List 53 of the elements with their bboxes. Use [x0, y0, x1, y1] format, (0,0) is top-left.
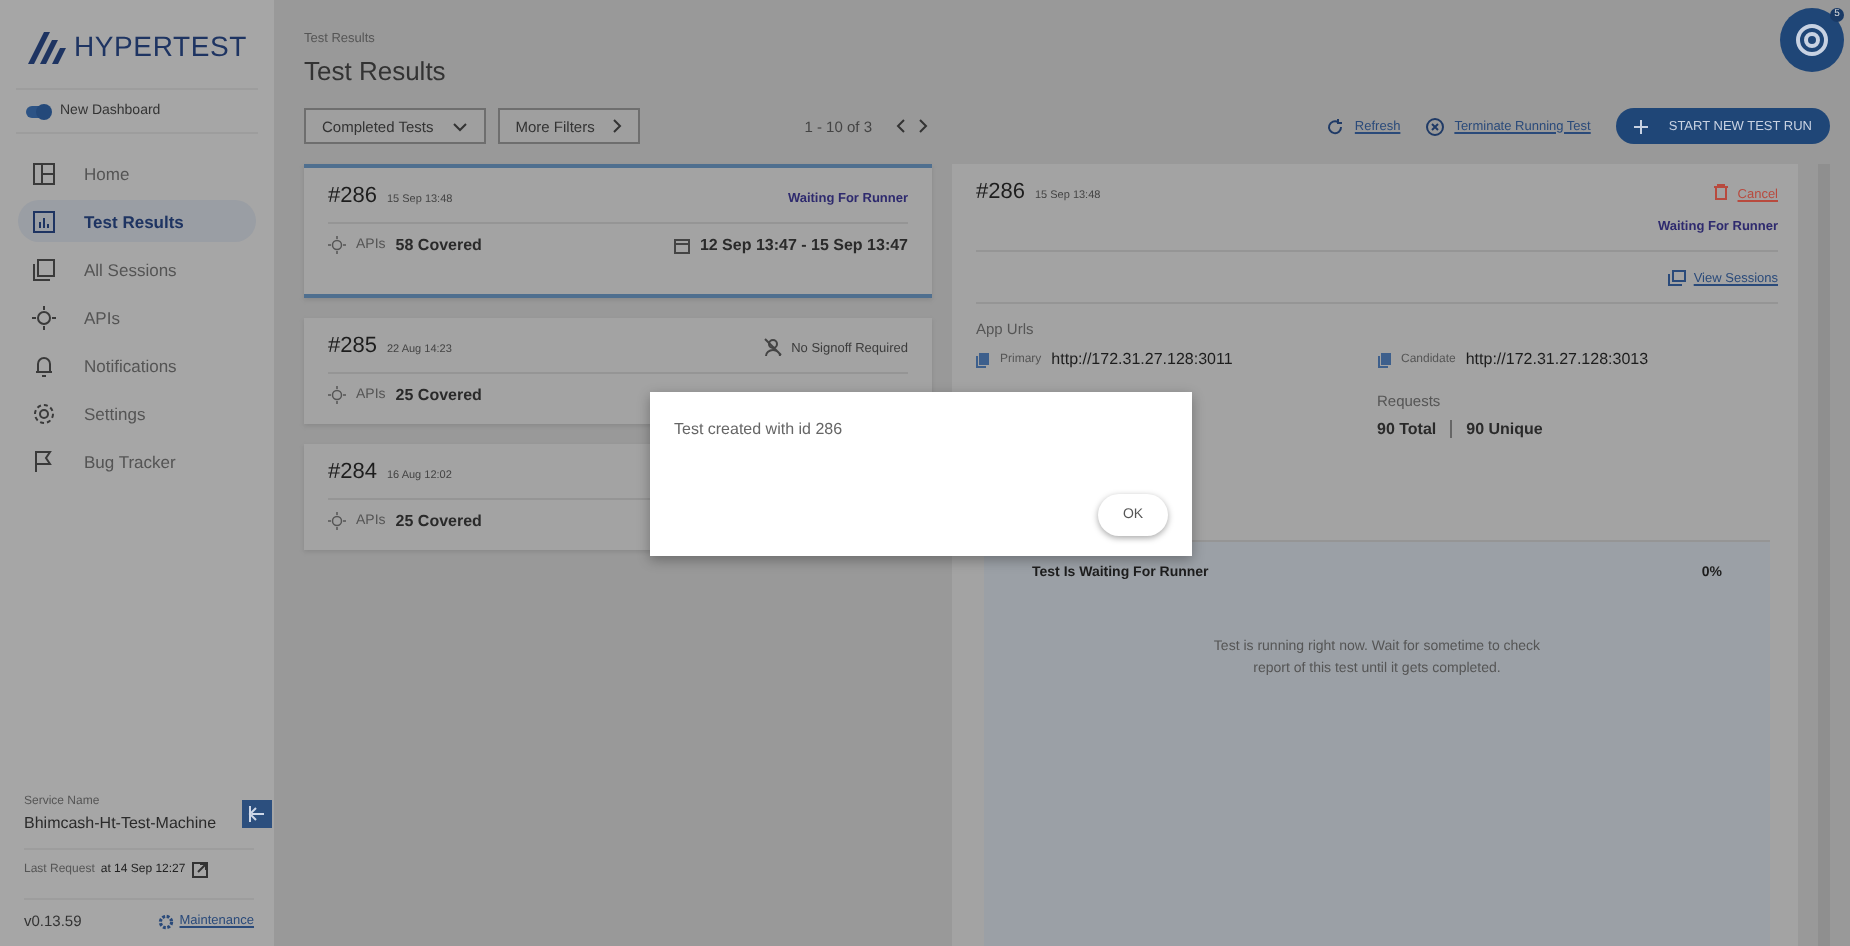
refresh-icon: [1326, 117, 1345, 135]
calendar-icon: [673, 237, 690, 253]
dashboard-toggle[interactable]: [26, 105, 50, 117]
bell-icon: [32, 353, 56, 377]
chevron-down-icon: [451, 121, 468, 131]
url-value: http://172.31.27.128:3011: [1051, 350, 1233, 368]
collapse-arrow-icon: [248, 806, 266, 822]
crosshair-icon: [32, 305, 56, 329]
lifebuoy-icon: [1794, 22, 1830, 58]
page-title: Test Results: [304, 56, 446, 86]
apis-covered: 58 Covered: [395, 236, 482, 254]
chevron-right-icon: [612, 118, 623, 134]
sidebar-item[interactable]: Notifications: [18, 344, 256, 386]
test-id: #285: [328, 334, 377, 358]
previous-page-icon[interactable]: [896, 118, 906, 134]
gear-icon: [157, 913, 174, 929]
test-id: #286: [328, 184, 377, 208]
crosshair-icon: [328, 236, 346, 254]
dialog-message: Test created with id 286: [674, 420, 845, 438]
plus-icon: [1634, 119, 1649, 133]
crosshair-icon: [328, 386, 346, 404]
brand-name: HYPERTEST: [74, 30, 247, 62]
next-page-icon[interactable]: [918, 118, 928, 134]
sidebar-item[interactable]: All Sessions: [18, 248, 256, 290]
copy-icon: [32, 257, 56, 281]
sidebar-item[interactable]: APIs: [18, 296, 256, 338]
url-value: http://172.31.27.128:3013: [1465, 350, 1649, 368]
sidebar-item[interactable]: Bug Tracker: [18, 440, 256, 482]
test-id: #284: [328, 460, 377, 484]
date-range: 12 Sep 13:47 - 15 Sep 13:47: [699, 236, 908, 254]
apis-covered: 25 Covered: [395, 386, 482, 404]
copy-icon: [1667, 270, 1686, 286]
sidebar-item[interactable]: Home: [18, 152, 256, 194]
apis-covered: 25 Covered: [395, 512, 482, 530]
gear-icon: [32, 401, 56, 425]
test-id: #286: [976, 180, 1025, 204]
copy-icon[interactable]: [976, 351, 990, 367]
collapse-sidebar-button[interactable]: [242, 800, 272, 828]
requests-total: 90 Total: [1377, 420, 1437, 438]
logo-icon: [26, 26, 70, 66]
sidebar-item[interactable]: Test Results: [18, 200, 256, 242]
close-circle-icon: [1426, 117, 1445, 135]
trash-icon: [1713, 184, 1728, 200]
user-off-icon: [763, 337, 782, 355]
flag-icon: [32, 449, 56, 473]
crosshair-icon: [328, 512, 346, 530]
sidebar-item[interactable]: Settings: [18, 392, 256, 434]
copy-icon[interactable]: [1377, 351, 1391, 367]
chart-icon: [32, 209, 56, 233]
layout-icon: [32, 161, 56, 185]
service-name: Bhimcash-Ht-Test-Machine: [24, 814, 217, 832]
external-link-icon[interactable]: [191, 862, 208, 878]
requests-unique: 90 Unique: [1466, 420, 1543, 438]
